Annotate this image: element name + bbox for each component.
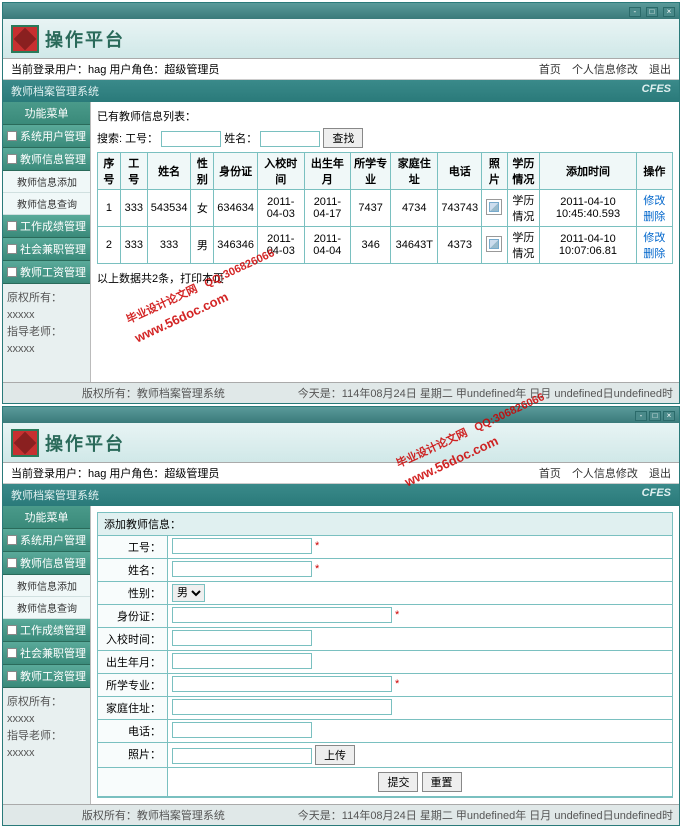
list-title: 已有教师信息列表： <box>97 108 673 124</box>
folder-icon <box>7 267 17 277</box>
folder-icon <box>7 244 17 254</box>
current-user: 当前登录用户：hag 用户角色：超级管理员 <box>11 61 219 77</box>
home-link[interactable]: 首页 <box>539 468 561 480</box>
photo-placeholder-icon <box>486 199 502 215</box>
user-bar: 当前登录用户：hag 用户角色：超级管理员 首页 个人信息修改 退出 <box>3 463 679 484</box>
close-btn[interactable]: × <box>663 411 675 421</box>
list-summary: 以上数据共2条，打印本页 <box>97 270 673 286</box>
search-name-label: 姓名： <box>224 133 257 145</box>
search-no-input[interactable] <box>161 131 221 147</box>
max-btn[interactable]: □ <box>646 7 658 17</box>
footer-copy: 版权所有：教师档案管理系统 <box>82 385 225 401</box>
close-btn[interactable]: × <box>663 7 675 17</box>
app-header: 操作平台 <box>3 423 679 463</box>
sidebar-header: 功能菜单 <box>3 102 90 125</box>
edit-link[interactable]: 修改 <box>643 232 665 244</box>
search-button[interactable]: 查找 <box>323 128 363 148</box>
search-name-input[interactable] <box>260 131 320 147</box>
main-list: 已有教师信息列表： 搜索: 工号： 姓名： 查找 序号工号姓名性别身份证入校时间… <box>91 102 679 382</box>
teacher-form: 添加教师信息： 工号：* 姓名：* 性别：男 身份证：* 入校时间： 出生年月：… <box>97 512 673 798</box>
titlebar: - □ × <box>3 3 679 19</box>
name-input[interactable] <box>172 561 312 577</box>
app-name: 操作平台 <box>45 26 125 52</box>
table-row: 2333333男3463462011-04-032011-04-04346346… <box>98 227 673 264</box>
footer: 版权所有：教师档案管理系统 今天是：114年08月24日 星期二 甲undefi… <box>3 804 679 825</box>
folder-icon <box>7 648 17 658</box>
edit-link[interactable]: 修改 <box>643 195 665 207</box>
sidebar: 功能菜单 系统用户管理 教师信息管理 教师信息添加 教师信息查询 工作成绩管理 … <box>3 102 91 382</box>
sidebar-sub-add[interactable]: 教师信息添加 <box>3 575 90 597</box>
sidebar-item-teacher[interactable]: 教师信息管理 <box>3 552 90 575</box>
subtitle-bar: 教师档案管理系统 CFES <box>3 80 679 102</box>
sidebar-item-salary[interactable]: 教师工资管理 <box>3 261 90 284</box>
search-no-label: 搜索: 工号： <box>97 133 158 145</box>
idcard-input[interactable] <box>172 607 392 623</box>
delete-link[interactable]: 删除 <box>643 248 665 260</box>
user-bar: 当前登录用户：hag 用户角色：超级管理员 首页 个人信息修改 退出 <box>3 59 679 80</box>
sidebar-info: 原权所有：xxxxx 指导老师：xxxxx <box>3 284 90 364</box>
form-title: 添加教师信息： <box>98 513 672 536</box>
window-title <box>7 5 10 17</box>
folder-icon <box>7 535 17 545</box>
intime-input[interactable] <box>172 630 312 646</box>
sidebar-item-salary[interactable]: 教师工资管理 <box>3 665 90 688</box>
addr-input[interactable] <box>172 699 392 715</box>
sidebar: 功能菜单 系统用户管理 教师信息管理 教师信息添加 教师信息查询 工作成绩管理 … <box>3 506 91 804</box>
logout-link[interactable]: 退出 <box>649 468 671 480</box>
min-btn[interactable]: - <box>635 411 647 421</box>
footer-date: 今天是：114年08月24日 星期二 甲undefined年 日月 undefi… <box>298 385 673 401</box>
sidebar-item-social[interactable]: 社会兼职管理 <box>3 238 90 261</box>
titlebar: -□× <box>3 407 679 423</box>
sidebar-item-social[interactable]: 社会兼职管理 <box>3 642 90 665</box>
window-list: - □ × 操作平台 当前登录用户：hag 用户角色：超级管理员 首页 个人信息… <box>2 2 680 404</box>
folder-icon <box>7 671 17 681</box>
teacher-table: 序号工号姓名性别身份证入校时间出生年月所学专业家庭住址电话照片学历情况添加时间操… <box>97 152 673 264</box>
major-input[interactable] <box>172 676 392 692</box>
home-link[interactable]: 首页 <box>539 64 561 76</box>
logout-link[interactable]: 退出 <box>649 64 671 76</box>
profile-link[interactable]: 个人信息修改 <box>572 468 638 480</box>
app-name: 操作平台 <box>45 430 125 456</box>
folder-icon <box>7 558 17 568</box>
min-btn[interactable]: - <box>629 7 641 17</box>
max-btn[interactable]: □ <box>649 411 661 421</box>
window-buttons: - □ × <box>627 5 675 17</box>
tel-input[interactable] <box>172 722 312 738</box>
sidebar-item-work[interactable]: 工作成绩管理 <box>3 215 90 238</box>
cfes-label: CFES <box>642 83 671 99</box>
subtitle-bar: 教师档案管理系统 CFES <box>3 484 679 506</box>
sidebar-item-work[interactable]: 工作成绩管理 <box>3 619 90 642</box>
sidebar-item-sysuser[interactable]: 系统用户管理 <box>3 125 90 148</box>
profile-link[interactable]: 个人信息修改 <box>572 64 638 76</box>
folder-icon <box>7 154 17 164</box>
sex-select[interactable]: 男 <box>172 584 205 602</box>
submit-button[interactable]: 提交 <box>378 772 418 792</box>
logo-icon <box>11 25 39 53</box>
window-form: -□× 操作平台 当前登录用户：hag 用户角色：超级管理员 首页 个人信息修改… <box>2 406 680 826</box>
reset-button[interactable]: 重置 <box>422 772 462 792</box>
table-row: 1333543534女6346342011-04-032011-04-17743… <box>98 190 673 227</box>
app-header: 操作平台 <box>3 19 679 59</box>
search-row: 搜索: 工号： 姓名： 查找 <box>97 128 673 148</box>
folder-icon <box>7 131 17 141</box>
sidebar-item-teacher[interactable]: 教师信息管理 <box>3 148 90 171</box>
folder-icon <box>7 625 17 635</box>
sidebar-item-sysuser[interactable]: 系统用户管理 <box>3 529 90 552</box>
footer: 版权所有：教师档案管理系统 今天是：114年08月24日 星期二 甲undefi… <box>3 382 679 403</box>
birth-input[interactable] <box>172 653 312 669</box>
main-form: 添加教师信息： 工号：* 姓名：* 性别：男 身份证：* 入校时间： 出生年月：… <box>91 506 679 804</box>
delete-link[interactable]: 删除 <box>643 211 665 223</box>
sidebar-sub-query[interactable]: 教师信息查询 <box>3 193 90 215</box>
folder-icon <box>7 221 17 231</box>
no-input[interactable] <box>172 538 312 554</box>
subtitle-text: 教师档案管理系统 <box>11 83 99 99</box>
sidebar-sub-add[interactable]: 教师信息添加 <box>3 171 90 193</box>
photo-placeholder-icon <box>486 236 502 252</box>
photo-input[interactable] <box>172 748 312 764</box>
upload-button[interactable]: 上传 <box>315 745 355 765</box>
table-header-row: 序号工号姓名性别身份证入校时间出生年月所学专业家庭住址电话照片学历情况添加时间操… <box>98 153 673 190</box>
logo-icon <box>11 429 39 457</box>
sidebar-sub-query[interactable]: 教师信息查询 <box>3 597 90 619</box>
